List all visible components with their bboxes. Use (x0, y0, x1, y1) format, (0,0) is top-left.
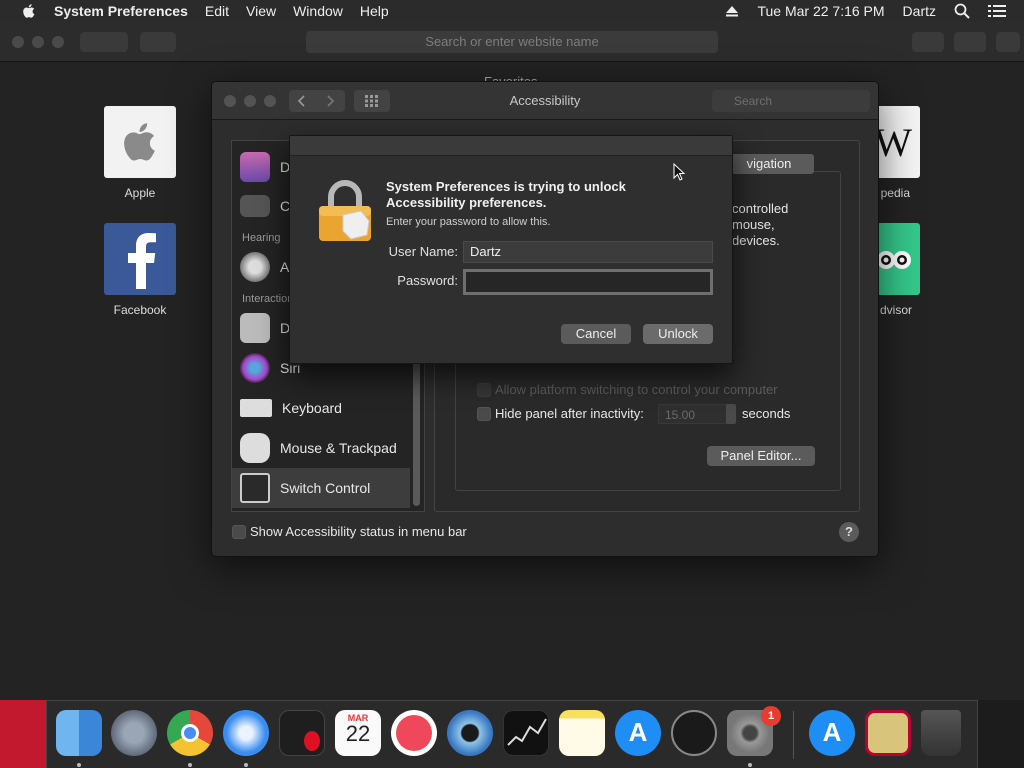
menu-edit[interactable]: Edit (205, 3, 229, 19)
spotlight-search-icon[interactable] (954, 3, 970, 19)
dialog-subtitle: Enter your password to allow this. (386, 216, 551, 228)
facebook-logo-icon (104, 223, 176, 295)
dock-separator (793, 711, 794, 759)
close-button[interactable] (12, 36, 24, 48)
dialog-bar (290, 136, 732, 156)
notification-center-icon[interactable] (988, 4, 1006, 18)
mouse-cursor-icon (673, 163, 685, 181)
allow-switching-label: Allow platform switching to control your… (495, 382, 778, 397)
sidebar-item-keyboard[interactable]: Keyboard (232, 388, 410, 428)
running-indicator (188, 763, 192, 767)
apple-logo-icon (104, 106, 176, 178)
quicktime-icon[interactable] (447, 710, 493, 756)
allow-switching-checkbox[interactable] (477, 383, 491, 397)
menu-user[interactable]: Dartz (903, 3, 936, 19)
captions-icon (240, 195, 270, 217)
desktop-wallpaper-left (0, 700, 46, 768)
section-hearing: Hearing (242, 232, 281, 244)
username-label: User Name: (388, 244, 458, 259)
calendar-icon[interactable]: MAR 22 (335, 710, 381, 756)
audio-icon (240, 252, 270, 282)
dock: MAR 22 A 1 A (46, 700, 978, 768)
safari-toolbar: Search or enter website name (0, 22, 1024, 62)
panel-editor-button[interactable]: Panel Editor... (707, 446, 815, 466)
hide-panel-label: Hide panel after inactivity: (495, 406, 644, 421)
sidebar-item-label: A (280, 259, 290, 275)
menu-datetime[interactable]: Tue Mar 22 7:16 PM (757, 3, 884, 19)
favorite-label: Facebook (113, 303, 167, 317)
section-interaction: Interaction (242, 293, 294, 305)
menu-help[interactable]: Help (360, 3, 389, 19)
prefs-search-field[interactable]: Search (712, 90, 870, 112)
notification-badge: 1 (761, 706, 781, 726)
tab-navigation[interactable]: vigation (724, 154, 814, 174)
menu-window[interactable]: Window (293, 3, 343, 19)
url-bar[interactable]: Search or enter website name (306, 31, 718, 53)
chrome-icon[interactable] (167, 710, 213, 756)
menu-app-name[interactable]: System Preferences (54, 3, 188, 19)
sidebar-toggle-button[interactable] (140, 32, 176, 52)
menu-view[interactable]: View (246, 3, 276, 19)
launchpad-icon[interactable] (111, 710, 157, 756)
safari-icon[interactable] (223, 710, 269, 756)
mouse-icon (240, 433, 270, 463)
favorite-label: Apple (124, 186, 156, 200)
voice-memos-icon[interactable] (279, 710, 325, 756)
stocks-icon[interactable] (503, 710, 549, 756)
calendar-day: 22 (345, 721, 371, 746)
sidebar-item-label: Mouse & Trackpad (280, 440, 397, 456)
inactivity-seconds-field[interactable]: 15.00 (658, 404, 728, 424)
password-label: Password: (397, 273, 458, 288)
hide-panel-checkbox[interactable] (477, 407, 491, 421)
favorite-facebook[interactable]: Facebook (104, 223, 176, 317)
trash-icon[interactable] (921, 710, 961, 756)
menu-bar: System Preferences Edit View Window Help… (0, 0, 1024, 22)
display-icon (240, 152, 270, 182)
finder-icon[interactable] (56, 710, 102, 756)
sidebar-item-switch-control[interactable]: Switch Control (232, 468, 410, 508)
app-store-icon[interactable]: A (615, 710, 661, 756)
news-icon[interactable] (391, 710, 437, 756)
username-field[interactable]: Dartz (463, 241, 713, 263)
unlock-button[interactable]: Unlock (643, 324, 713, 344)
description-line: devices. (732, 233, 780, 248)
show-status-checkbox[interactable] (232, 525, 246, 539)
siri-icon (240, 353, 270, 383)
sidebar-item-label: Switch Control (280, 480, 371, 496)
notes-icon[interactable] (559, 710, 605, 756)
zoom-button[interactable] (52, 36, 64, 48)
cancel-button[interactable]: Cancel (561, 324, 631, 344)
sidebar-item-mouse-trackpad[interactable]: Mouse & Trackpad (232, 428, 410, 468)
favorite-apple[interactable]: Apple (104, 106, 176, 200)
show-status-label: Show Accessibility status in menu bar (250, 524, 467, 539)
activity-monitor-icon[interactable] (671, 710, 717, 756)
inactivity-stepper[interactable] (726, 404, 736, 424)
minimize-button[interactable] (32, 36, 44, 48)
prefs-titlebar: Accessibility Search (212, 82, 878, 120)
tabs-button[interactable] (954, 32, 986, 52)
share-button[interactable] (912, 32, 944, 52)
photo-booth-icon[interactable] (865, 710, 911, 756)
running-indicator (77, 763, 81, 767)
eject-icon[interactable] (725, 4, 739, 18)
unlock-dialog: System Preferences is trying to unlock A… (289, 135, 733, 364)
back-forward-buttons[interactable] (80, 32, 128, 52)
running-indicator (244, 763, 248, 767)
lock-icon (319, 180, 371, 241)
switch-control-icon (240, 473, 270, 503)
seconds-label: seconds (742, 406, 791, 421)
running-indicator (748, 763, 752, 767)
sidebar-item-label: Keyboard (282, 400, 342, 416)
dialog-title: System Preferences is trying to unlock A… (386, 179, 626, 210)
description-line: controlled (732, 201, 789, 216)
desktop-wallpaper-right (978, 700, 1024, 768)
keyboard-icon (240, 399, 272, 417)
new-tab-button[interactable] (996, 32, 1020, 52)
apple-menu-icon[interactable] (18, 3, 40, 19)
dictation-icon (240, 313, 270, 343)
description-line: mouse, (732, 217, 775, 232)
app-store-2-icon[interactable]: A (809, 710, 855, 756)
password-field[interactable] (463, 269, 713, 295)
help-button[interactable]: ? (839, 522, 859, 542)
